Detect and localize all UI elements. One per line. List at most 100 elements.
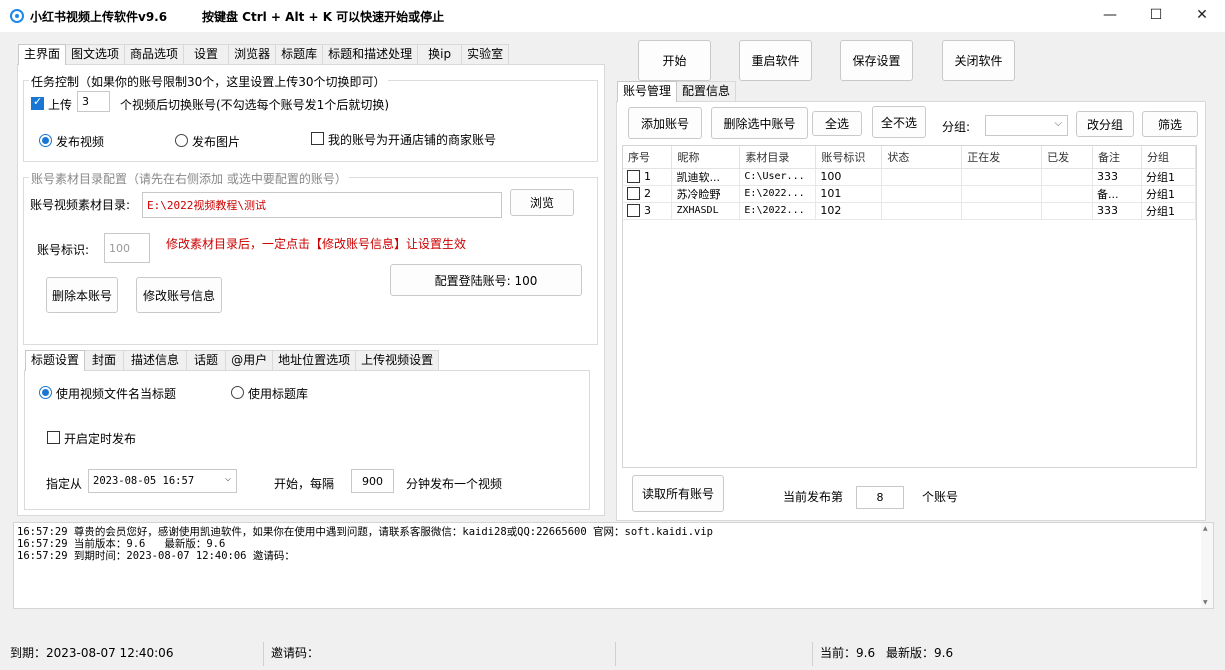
cell-sending: [961, 202, 1043, 220]
change-group-button[interactable]: 改分组: [1076, 111, 1134, 137]
col-header-no[interactable]: 序号: [623, 146, 673, 169]
current-publish-input[interactable]: 8: [856, 486, 904, 509]
table-row[interactable]: 2 苏冷睑野 E:\2022... 101 备... 分组1: [623, 185, 1196, 203]
row-checkbox[interactable]: [627, 170, 640, 184]
interval-input[interactable]: 900: [351, 469, 394, 493]
radio-use-filename[interactable]: [39, 385, 52, 399]
cell-sending: [961, 168, 1043, 186]
close-window-button[interactable]: ✕: [1179, 0, 1225, 32]
select-none-button[interactable]: 全不选: [872, 106, 926, 138]
merchant-checkbox[interactable]: [311, 131, 324, 145]
table-row[interactable]: 1 凯迪软... C:\User... 100 333 分组1: [623, 168, 1196, 186]
col-header-sent[interactable]: 已发: [1041, 146, 1094, 169]
status-separator: [812, 642, 813, 666]
col-header-sending[interactable]: 正在发: [961, 146, 1043, 169]
maximize-button[interactable]: ☐: [1133, 0, 1179, 32]
datetime-picker[interactable]: 2023-08-05 16:57 ⌵: [88, 469, 237, 493]
cell-no: 1: [623, 168, 673, 186]
save-settings-button[interactable]: 保存设置: [840, 40, 913, 81]
col-header-status[interactable]: 状态: [881, 146, 963, 169]
tab-title-library[interactable]: 标题库: [275, 44, 324, 64]
minimize-button[interactable]: —: [1087, 0, 1133, 32]
tab-main[interactable]: 主界面: [18, 44, 67, 65]
subtab-cover[interactable]: 封面: [84, 350, 125, 370]
subtab-location[interactable]: 地址位置选项: [272, 350, 357, 370]
restart-button[interactable]: 重启软件: [739, 40, 812, 81]
cell-note: 333: [1092, 168, 1142, 186]
tab-change-ip[interactable]: 换ip: [417, 44, 463, 64]
row-checkbox[interactable]: [627, 204, 640, 218]
col-header-dir[interactable]: 素材目录: [739, 146, 817, 169]
scroll-down-icon[interactable]: ▼: [1203, 599, 1208, 606]
account-id-label: 账号标识:: [37, 243, 90, 257]
upload-checkbox-box[interactable]: [31, 95, 44, 110]
col-header-group[interactable]: 分组: [1141, 146, 1196, 169]
log-line: 16:57:29 当前版本：9.6 最新版：9.6: [17, 538, 226, 550]
filter-button[interactable]: 筛选: [1142, 111, 1198, 137]
table-row[interactable]: 3 ZXHASDL E:\2022... 102 333 分组1: [623, 202, 1196, 220]
cell-no: 2: [623, 185, 673, 203]
tab-title-desc[interactable]: 标题和描述处理: [322, 44, 419, 64]
cell-id: 102: [815, 202, 883, 220]
status-bar: [0, 640, 1225, 670]
title-bar: [0, 0, 1225, 32]
cell-status: [881, 185, 963, 203]
group-select[interactable]: ⌵: [985, 115, 1068, 136]
scroll-up-icon[interactable]: ▲: [1203, 525, 1208, 532]
subtab-upload-settings[interactable]: 上传视频设置: [355, 350, 440, 370]
modify-account-button[interactable]: 修改账号信息: [136, 277, 222, 313]
cell-sending: [961, 185, 1043, 203]
subtab-at-user[interactable]: @用户: [225, 350, 274, 370]
radio-publish-image[interactable]: [175, 133, 188, 147]
subtab-description[interactable]: 描述信息: [123, 350, 188, 370]
read-all-accounts-button[interactable]: 读取所有账号: [632, 475, 724, 512]
status-latest-version: 最新版：9.6: [886, 646, 954, 660]
radio-use-filename-label: 使用视频文件名当标题: [56, 387, 177, 401]
start-button[interactable]: 开始: [638, 40, 711, 81]
tab-lab[interactable]: 实验室: [461, 44, 510, 64]
subtab-topic[interactable]: 话题: [186, 350, 227, 370]
browse-button[interactable]: 浏览: [510, 189, 574, 216]
current-publish-suffix: 个账号: [922, 490, 959, 504]
add-account-button[interactable]: 添加账号: [628, 107, 702, 139]
row-checkbox[interactable]: [627, 187, 640, 201]
tab-account-management[interactable]: 账号管理: [617, 81, 678, 102]
material-dir-input[interactable]: E:\2022视频教程\测试: [142, 192, 502, 218]
schedule-label: 开启定时发布: [64, 432, 137, 446]
cell-status: [881, 168, 963, 186]
log-area[interactable]: 16:57:29 尊贵的会员您好，感谢使用凯迪软件，如果你在使用中遇到问题，请联…: [13, 522, 1214, 609]
col-header-id[interactable]: 账号标识: [815, 146, 883, 169]
delete-account-button[interactable]: 删除本账号: [46, 277, 118, 313]
status-invite: 邀请码：: [271, 646, 320, 660]
tab-config-info[interactable]: 配置信息: [676, 81, 737, 101]
delete-selected-button[interactable]: 删除选中账号: [711, 107, 808, 139]
tab-product[interactable]: 商品选项: [124, 44, 185, 64]
cell-dir: E:\2022...: [739, 202, 817, 220]
config-login-button[interactable]: 配置登陆账号: 100: [390, 264, 582, 296]
col-header-nickname[interactable]: 昵称: [671, 146, 741, 169]
tab-image-text[interactable]: 图文选项: [65, 44, 126, 64]
schedule-checkbox[interactable]: [47, 430, 60, 444]
log-scrollbar[interactable]: ▲ ▼: [1201, 523, 1213, 608]
chevron-down-icon[interactable]: ⌵: [225, 473, 231, 484]
upload-count-input[interactable]: 3: [77, 91, 110, 112]
tab-settings[interactable]: 设置: [183, 44, 230, 64]
datetime-value: 2023-08-05 16:57: [93, 475, 195, 487]
cell-sent: [1041, 202, 1094, 220]
close-software-button[interactable]: 关闭软件: [942, 40, 1015, 81]
row-no: 2: [644, 186, 651, 200]
upload-checkbox[interactable]: [31, 95, 44, 110]
subtab-title-settings[interactable]: 标题设置: [25, 350, 86, 371]
cell-group: 分组1: [1141, 185, 1196, 203]
cell-status: [881, 202, 963, 220]
select-all-button[interactable]: 全选: [812, 111, 862, 136]
account-id-input[interactable]: 100: [104, 233, 150, 263]
cell-group: 分组1: [1141, 202, 1196, 220]
radio-use-library[interactable]: [231, 385, 244, 399]
radio-publish-video-label: 发布视频: [56, 135, 105, 149]
cell-group: 分组1: [1141, 168, 1196, 186]
radio-publish-video[interactable]: [39, 133, 52, 147]
col-header-note[interactable]: 备注: [1092, 146, 1142, 169]
tab-browser[interactable]: 浏览器: [228, 44, 277, 64]
radio-publish-image-label: 发布图片: [192, 135, 241, 149]
